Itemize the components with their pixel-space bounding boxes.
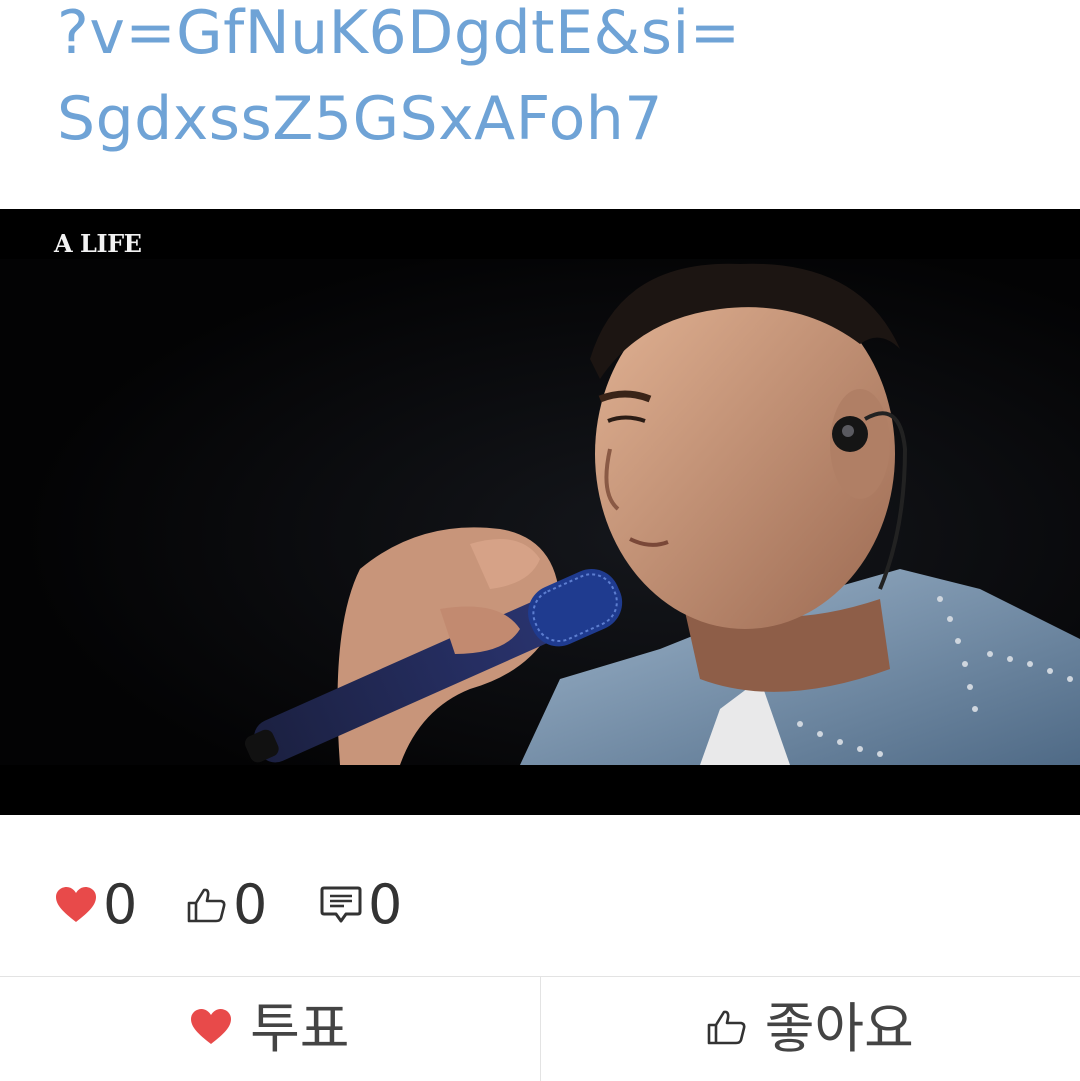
comment-icon [320, 885, 362, 925]
vote-button[interactable]: 투표 [0, 977, 540, 1081]
like-button[interactable]: 좋아요 [541, 977, 1080, 1081]
like-count-value: 0 [233, 878, 267, 932]
vote-button-label: 투표 [250, 1002, 349, 1056]
video-thumbnail[interactable]: A LIFE [0, 209, 1080, 815]
vote-count: 0 [55, 860, 137, 950]
comment-count-value: 0 [368, 878, 402, 932]
video-link-line-1[interactable]: ?v=GfNuK6DgdtE&si= [57, 0, 1057, 72]
vote-count-value: 0 [103, 878, 137, 932]
post-stats: 0 0 0 [0, 860, 1080, 950]
like-button-label: 좋아요 [765, 1002, 914, 1056]
thumbs-up-icon [707, 1009, 747, 1049]
comment-count: 0 [320, 860, 402, 950]
video-frame-image [0, 209, 1080, 815]
video-link-line-2[interactable]: SgdxssZ5GSxAFoh7 [57, 80, 1057, 158]
like-count: 0 [187, 860, 267, 950]
action-bar: 투표 좋아요 [0, 976, 1080, 1081]
heart-icon [190, 1008, 232, 1050]
video-caption: A LIFE [54, 229, 141, 258]
heart-icon [55, 886, 97, 924]
thumbs-up-icon [187, 887, 227, 923]
